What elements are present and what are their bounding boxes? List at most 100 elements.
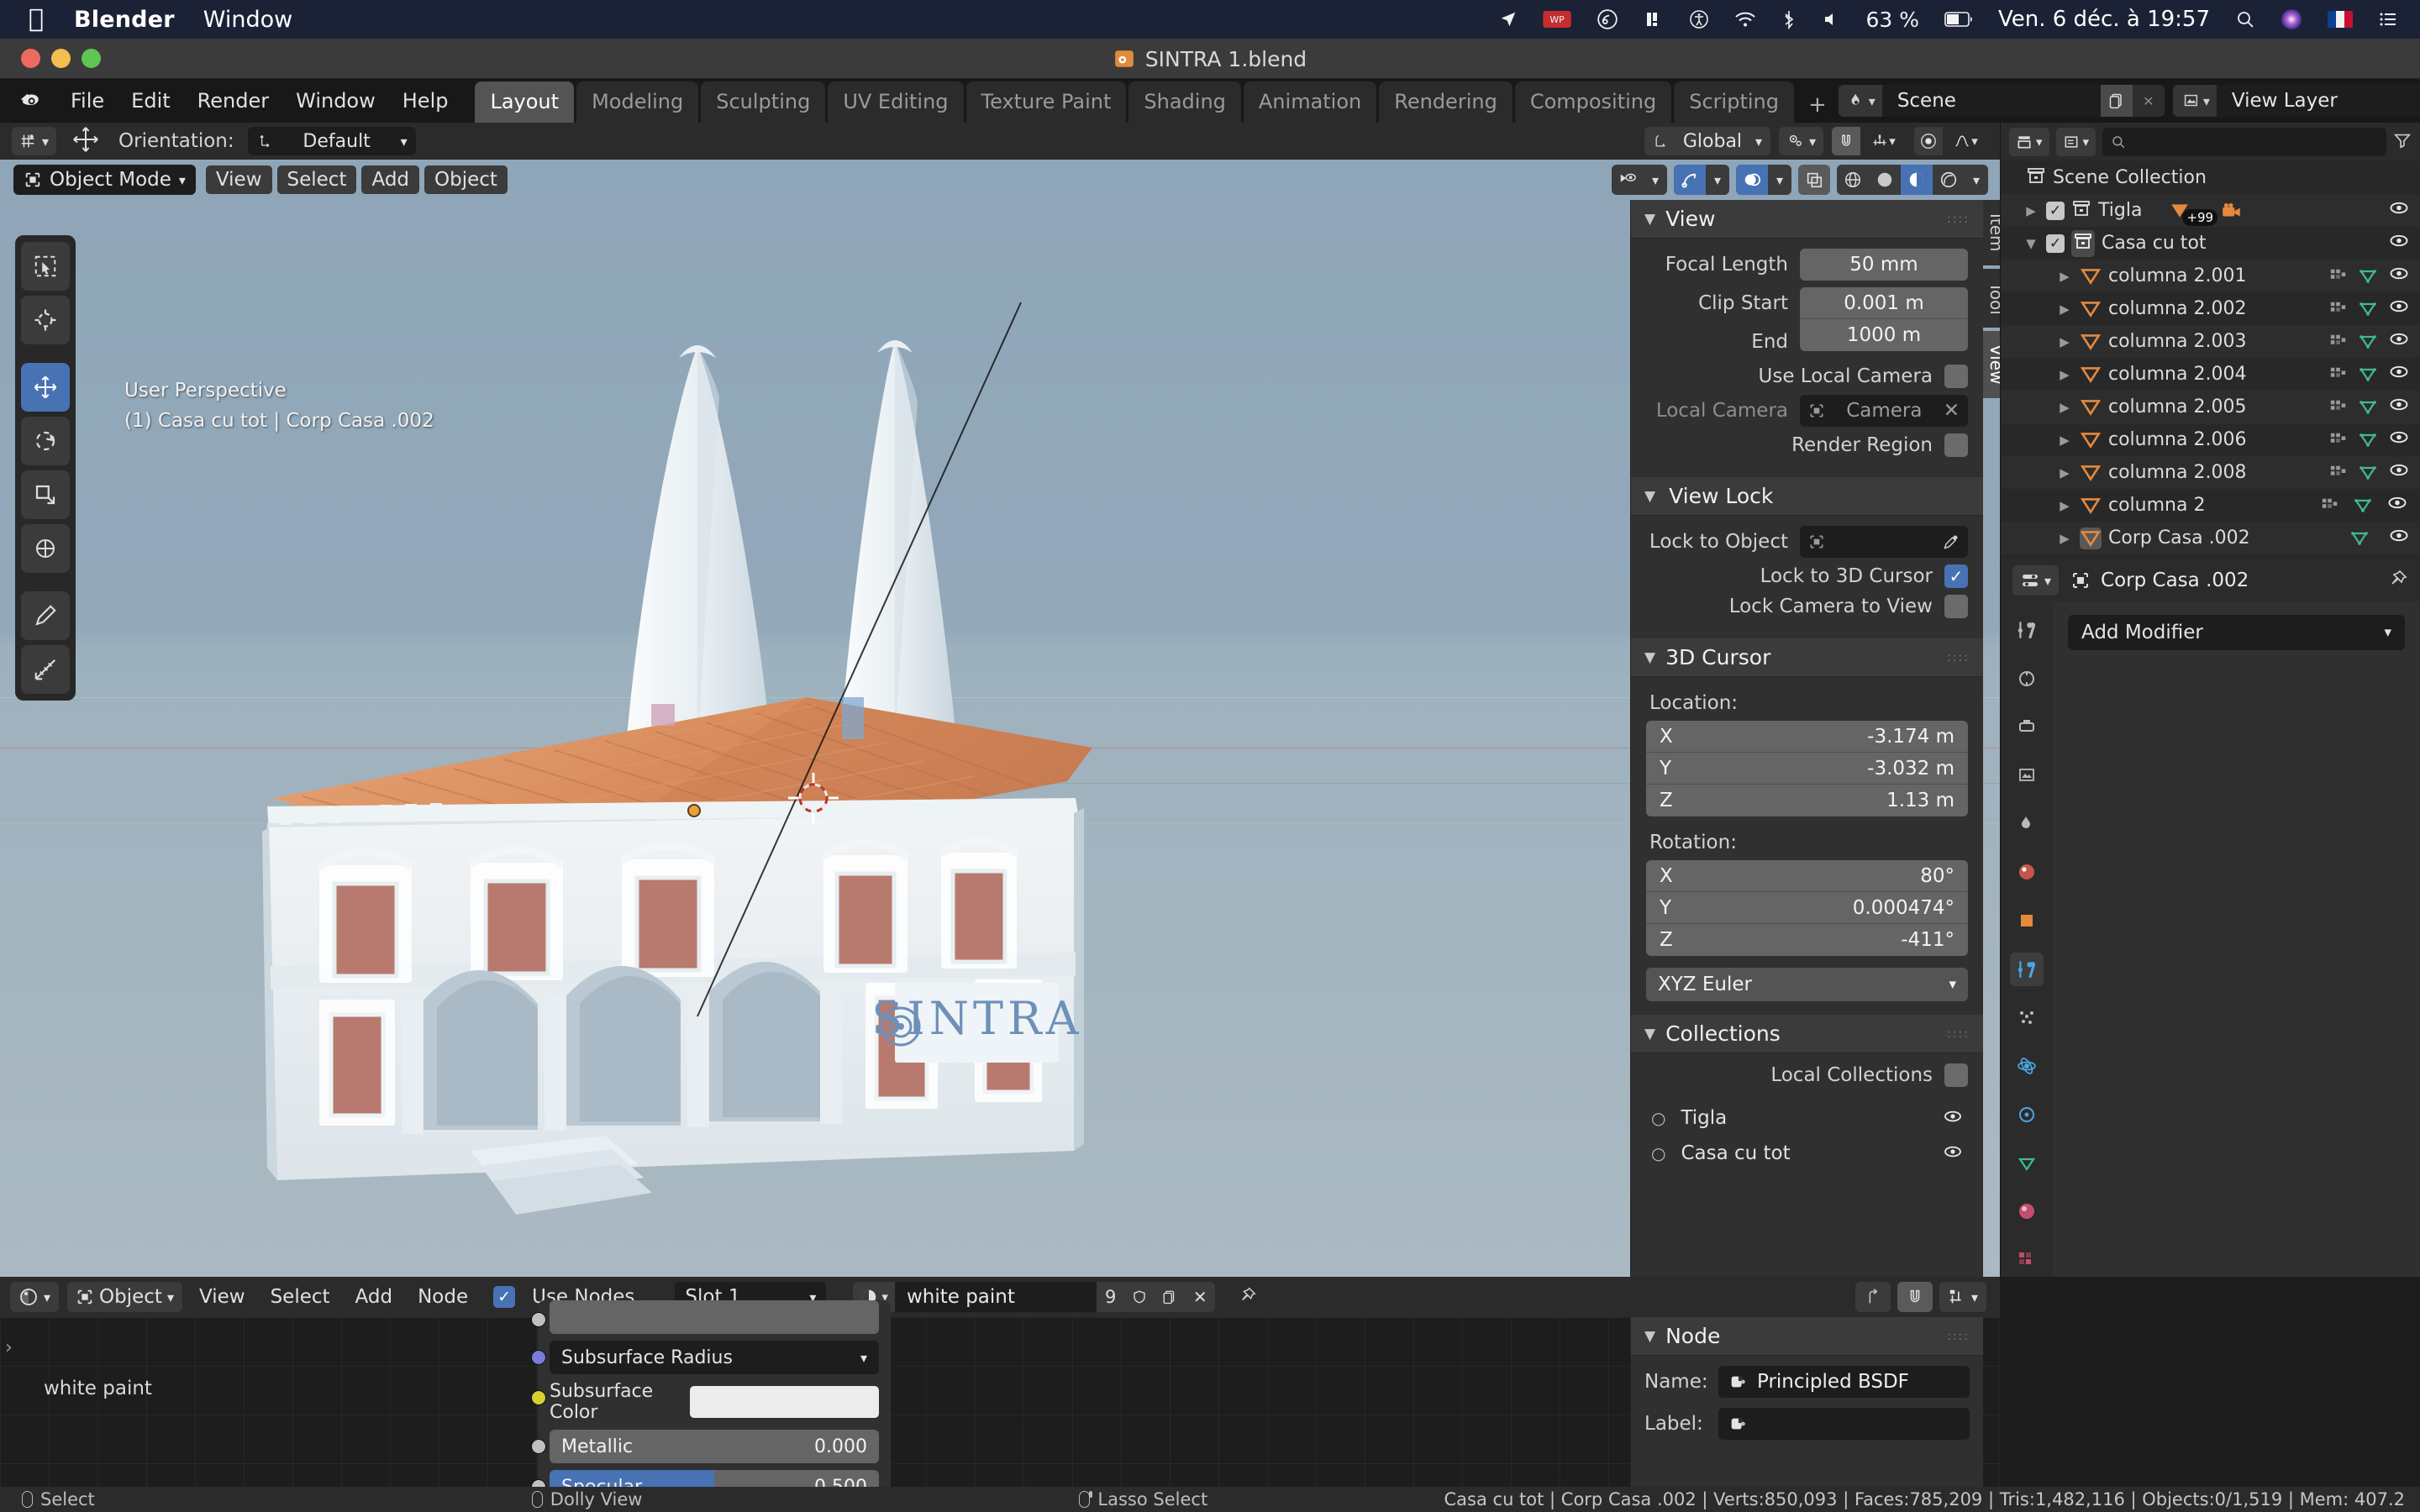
battery-percent[interactable]: 63 % xyxy=(1865,8,1919,32)
unlink-material-button[interactable]: ✕ xyxy=(1185,1282,1216,1312)
bartender-icon[interactable] xyxy=(1644,9,1664,29)
eye-icon[interactable] xyxy=(1943,1142,1963,1164)
outliner-row-casa-cu-tot[interactable]: ▼ ✓ Casa cu tot xyxy=(2001,227,2420,260)
expand-triangle-icon[interactable]: ▶ xyxy=(2056,465,2073,480)
properties-tab-object[interactable] xyxy=(2010,904,2044,937)
tool-annotate[interactable] xyxy=(21,591,70,640)
macos-clock[interactable]: Ven. 6 déc. à 19:57 xyxy=(1998,7,2210,32)
npanel-cursor-header[interactable]: ▼ 3D Cursor :::: xyxy=(1631,638,1983,677)
flag-fr-icon[interactable] xyxy=(2328,11,2353,28)
eye-icon[interactable] xyxy=(2388,462,2410,483)
properties-tab-texture[interactable] xyxy=(2010,1243,2044,1277)
outliner-row-columna-2-004[interactable]: ▶ columna 2.004 xyxy=(2001,358,2420,391)
outliner-row-columna-2-001[interactable]: ▶ columna 2.001 xyxy=(2001,260,2420,292)
rotation-mode-dropdown[interactable]: XYZ Euler ▾ xyxy=(1646,968,1968,1001)
transform-orientation-dropdown[interactable]: Global ▾ xyxy=(1644,127,1770,155)
siri-icon[interactable] xyxy=(2281,8,2302,30)
view-layer-name[interactable]: View Layer xyxy=(2216,85,2420,117)
tab-texture-paint[interactable]: Texture Paint xyxy=(965,81,1127,123)
local-camera-field[interactable]: Camera ✕ xyxy=(1800,395,1968,427)
tab-rendering[interactable]: Rendering xyxy=(1379,81,1512,123)
expand-triangle-icon[interactable]: ▶ xyxy=(2056,367,2073,382)
viewport-menu-view[interactable]: View xyxy=(205,165,272,194)
properties-tab-material[interactable] xyxy=(2010,1195,2044,1229)
properties-tab-output[interactable] xyxy=(2010,710,2044,743)
view-layer-icon[interactable]: ▾ xyxy=(2172,85,2217,117)
collection-item-tigla[interactable]: ○ Tigla xyxy=(1646,1100,1968,1136)
proportional-editing-toggle[interactable] xyxy=(1914,127,1943,155)
outliner-display-mode-button[interactable]: ▾ xyxy=(2009,128,2049,156)
mode-selector[interactable]: Object Mode ▾ xyxy=(13,165,196,195)
fake-user-button[interactable] xyxy=(1124,1282,1155,1312)
expand-triangle-icon[interactable]: ▶ xyxy=(2056,498,2073,513)
drag-handle-icon[interactable]: :::: xyxy=(1947,1330,1970,1343)
lock-to-object-field[interactable] xyxy=(1800,526,1968,558)
snap-settings-button[interactable]: ▾ xyxy=(12,127,57,155)
clip-end-value[interactable]: 1000 m xyxy=(1800,319,1968,351)
tab-uv-editing[interactable]: UV Editing xyxy=(828,81,964,123)
tab-layout[interactable]: Layout xyxy=(475,81,575,123)
remove-scene-button[interactable]: ✕ xyxy=(2132,85,2165,117)
collapse-triangle-icon[interactable]: ▼ xyxy=(1644,649,1655,666)
shader-menu-node[interactable]: Node xyxy=(409,1286,476,1308)
collapse-triangle-icon[interactable]: ▼ xyxy=(2023,236,2039,251)
collapse-triangle-icon[interactable]: ▼ xyxy=(1644,1328,1655,1345)
wireframe-shading-icon[interactable] xyxy=(1837,165,1869,195)
blender-logo-icon[interactable] xyxy=(18,88,44,113)
material-user-count[interactable]: 9 xyxy=(1096,1282,1125,1312)
npanel-view-lock-header[interactable]: ▼ View Lock xyxy=(1631,477,1983,516)
eye-icon[interactable] xyxy=(2388,364,2410,385)
use-nodes-checkbox[interactable]: ✓ xyxy=(493,1286,516,1308)
new-scene-button[interactable] xyxy=(2100,85,2133,117)
add-modifier-button[interactable]: Add Modifier ▾ xyxy=(2068,615,2405,650)
view-layer-selector[interactable]: ▾ View Layer ✕ xyxy=(2172,85,2420,117)
tab-modeling[interactable]: Modeling xyxy=(576,81,699,123)
node-parent-button[interactable] xyxy=(1854,1282,1891,1312)
move-gizmo-icon[interactable] xyxy=(71,125,100,157)
scene-name[interactable]: Scene xyxy=(1881,85,2101,117)
lock-camera-to-view-checkbox[interactable] xyxy=(1944,595,1968,618)
eye-icon[interactable] xyxy=(2388,200,2410,221)
overlays-toggle-icon[interactable] xyxy=(1736,165,1768,195)
eye-icon[interactable] xyxy=(2388,429,2410,450)
scene-selector[interactable]: ▾ Scene ✕ xyxy=(1838,85,2165,117)
outliner-row-columna-2[interactable]: ▶ columna 2 xyxy=(2001,489,2420,522)
eye-icon[interactable] xyxy=(2386,495,2408,516)
properties-tab-world[interactable] xyxy=(2010,856,2044,890)
properties-tab-scene[interactable] xyxy=(2010,807,2044,841)
shader-sidebar-expand-icon[interactable]: › xyxy=(5,1337,13,1358)
overlay-toggle-group[interactable]: ▾ xyxy=(1736,165,1791,195)
outliner-row-scene-collection[interactable]: Scene Collection xyxy=(2001,161,2420,194)
use-local-camera-checkbox[interactable] xyxy=(1944,365,1968,388)
properties-tab-physics[interactable] xyxy=(2010,1049,2044,1083)
close-button[interactable] xyxy=(21,49,40,68)
drag-handle-icon[interactable]: :::: xyxy=(1947,1027,1970,1041)
material-selector[interactable]: ▾ white paint 9 ✕ xyxy=(853,1282,1216,1312)
subsurface-slider[interactable] xyxy=(550,1300,879,1334)
drag-handle-icon[interactable]: :::: xyxy=(1947,651,1970,664)
snap-magnet-toggle[interactable] xyxy=(1832,127,1860,155)
xray-toggle-group[interactable] xyxy=(1798,165,1830,195)
pivot-point-dropdown[interactable]: ▾ xyxy=(1778,127,1823,155)
control-center-icon[interactable] xyxy=(2378,9,2398,29)
macos-app-name[interactable]: Blender xyxy=(74,7,175,33)
cursor-location-z[interactable]: Z 1.13 m xyxy=(1646,785,1968,816)
properties-tab-modifier[interactable] xyxy=(2010,953,2044,986)
snap-to-dropdown[interactable]: ▾ xyxy=(1860,127,1906,155)
outliner-filter-mode-button[interactable]: ▾ xyxy=(2055,128,2096,156)
search-icon[interactable] xyxy=(2235,9,2255,29)
socket-icon[interactable] xyxy=(531,1390,546,1405)
shader-node-panel-header[interactable]: ▼ Node :::: xyxy=(1631,1317,1983,1356)
minimize-button[interactable] xyxy=(51,49,71,68)
local-collections-checkbox[interactable] xyxy=(1944,1063,1968,1087)
maximize-button[interactable] xyxy=(82,49,101,68)
expand-triangle-icon[interactable]: ▶ xyxy=(2023,203,2039,218)
collapse-triangle-icon[interactable]: ▼ xyxy=(1644,1026,1655,1042)
cursor-location-x[interactable]: X -3.174 m xyxy=(1646,721,1968,753)
eye-icon[interactable] xyxy=(2388,233,2410,254)
tab-compositing[interactable]: Compositing xyxy=(1514,81,1672,123)
menu-help[interactable]: Help xyxy=(389,84,462,118)
visibility-dropdown[interactable]: ▾ xyxy=(1612,165,1667,195)
npanel-collections-header[interactable]: ▼ Collections :::: xyxy=(1631,1015,1983,1053)
cursor-rotation-x[interactable]: X 80° xyxy=(1646,860,1968,892)
